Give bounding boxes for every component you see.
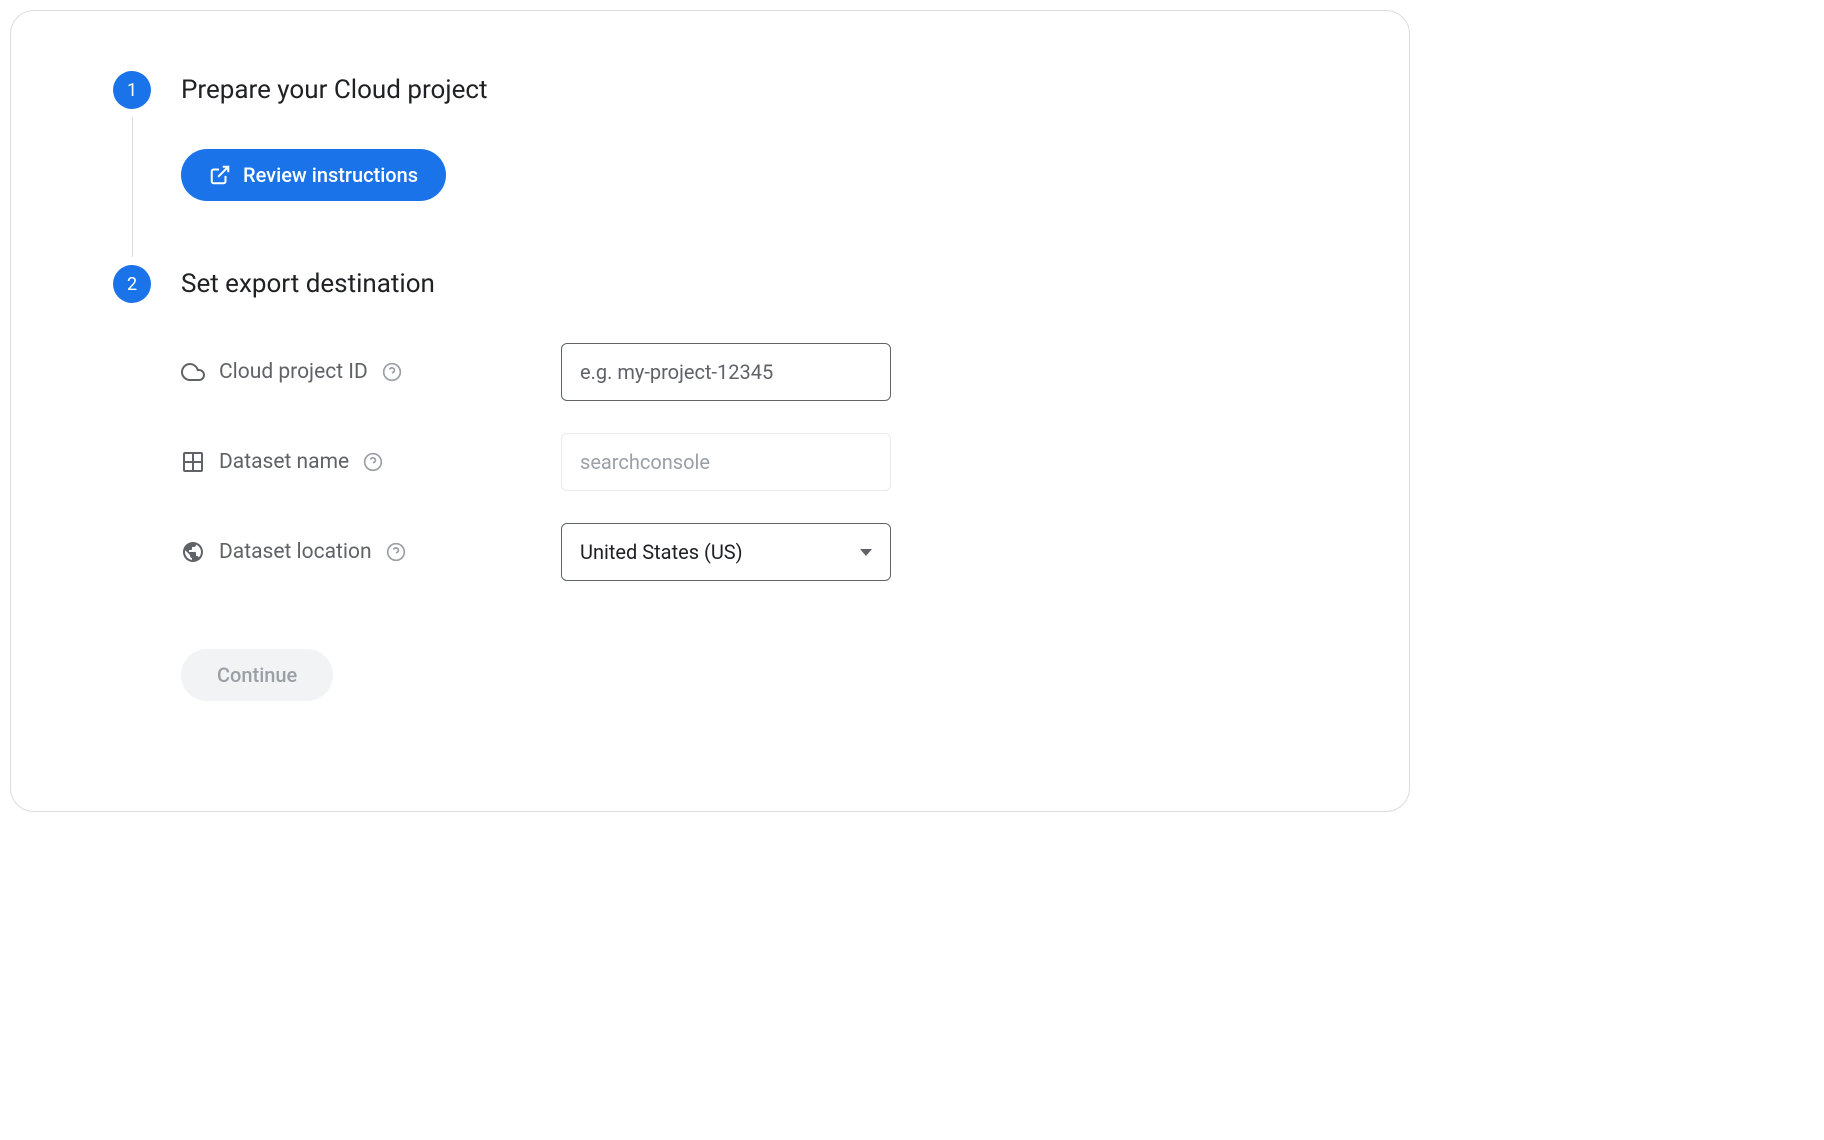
project-id-row: Cloud project ID (181, 343, 1309, 401)
dataset-location-row: Dataset location United States (US) (181, 523, 1309, 581)
dataset-name-row: Dataset name (181, 433, 1309, 491)
setup-card: 1 Prepare your Cloud project Review inst… (10, 10, 1410, 812)
help-icon[interactable] (363, 452, 383, 472)
step-indicator: 1 (111, 71, 153, 265)
step-1-content: Prepare your Cloud project Review instru… (153, 71, 1309, 265)
dataset-name-label: Dataset name (219, 450, 349, 474)
globe-icon (181, 540, 205, 564)
step-indicator: 2 (111, 265, 153, 731)
step-2-content: Set export destination Cloud project ID (153, 265, 1309, 731)
review-instructions-label: Review instructions (243, 163, 418, 187)
help-icon[interactable] (382, 362, 402, 382)
dataset-name-label-group: Dataset name (181, 450, 561, 474)
dataset-name-input[interactable] (561, 433, 891, 491)
chevron-down-icon (860, 549, 872, 556)
dataset-location-value: United States (US) (580, 540, 743, 564)
continue-button[interactable]: Continue (181, 649, 333, 701)
open-in-new-icon (209, 164, 231, 186)
dataset-location-select[interactable]: United States (US) (561, 523, 891, 581)
step-number-1: 1 (113, 71, 151, 109)
step-1: 1 Prepare your Cloud project Review inst… (111, 71, 1309, 265)
project-id-label-group: Cloud project ID (181, 360, 561, 384)
review-instructions-button[interactable]: Review instructions (181, 149, 446, 201)
step-1-title: Prepare your Cloud project (181, 71, 1309, 109)
step-2-title: Set export destination (181, 265, 1309, 303)
table-icon (181, 450, 205, 474)
dataset-location-label-group: Dataset location (181, 540, 561, 564)
help-icon[interactable] (386, 542, 406, 562)
step-connector (132, 117, 133, 257)
step-2: 2 Set export destination Cloud project I… (111, 265, 1309, 731)
cloud-icon (181, 360, 205, 384)
step-number-2: 2 (113, 265, 151, 303)
project-id-label: Cloud project ID (219, 360, 368, 384)
dataset-location-label: Dataset location (219, 540, 372, 564)
project-id-input[interactable] (561, 343, 891, 401)
